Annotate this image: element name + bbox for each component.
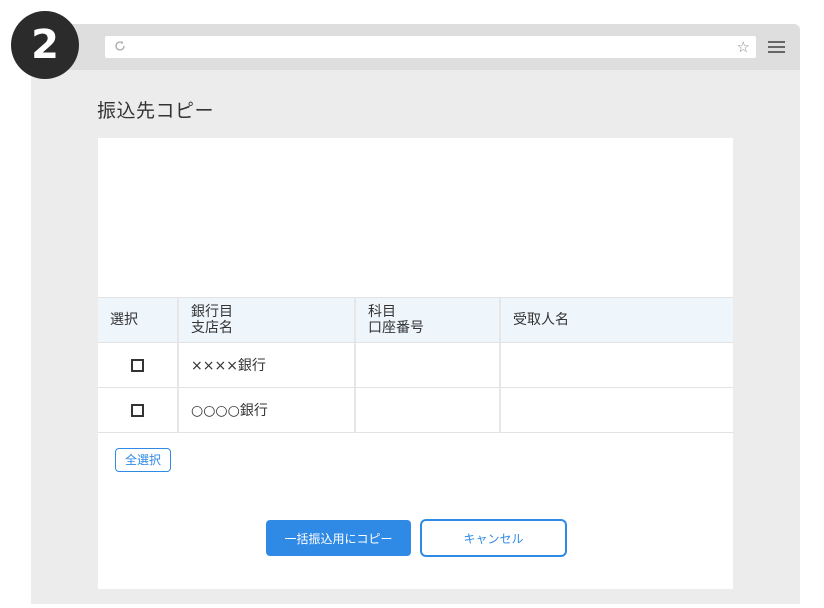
header-recipient: 受取人名: [500, 297, 733, 343]
step-number-badge: 2: [11, 11, 79, 79]
browser-toolbar: ☆: [31, 24, 800, 70]
header-account: 科目 口座番号: [355, 297, 501, 343]
row-checkbox[interactable]: [131, 403, 144, 417]
account-cell: [355, 342, 501, 388]
header-bank-branch: 銀行目 支店名: [178, 297, 356, 343]
star-icon[interactable]: ☆: [737, 37, 750, 57]
table-row: ○○○○銀行: [98, 387, 733, 433]
reload-icon[interactable]: [113, 39, 127, 53]
bank-cell: ○○○○銀行: [178, 387, 356, 433]
header-select: 選択: [98, 297, 179, 343]
copy-to-bulk-transfer-button[interactable]: 一括振込用にコピー: [266, 520, 411, 556]
header-bank-line2: 支店名: [191, 320, 233, 336]
payee-table: 選択 銀行目 支店名 科目 口座番号 受取人名 ××××銀行 ○○○○銀行: [98, 297, 733, 433]
select-all-button[interactable]: 全選択: [115, 448, 172, 472]
recipient-cell: [500, 342, 733, 388]
content-panel: 選択 銀行目 支店名 科目 口座番号 受取人名 ××××銀行 ○○○○銀行 全選…: [98, 138, 733, 589]
table-row: ××××銀行: [98, 342, 733, 388]
recipient-cell: [500, 387, 733, 433]
select-cell: [98, 387, 179, 433]
hamburger-menu-icon[interactable]: [768, 41, 785, 53]
row-checkbox[interactable]: [131, 358, 144, 372]
account-cell: [355, 387, 501, 433]
bank-cell: ××××銀行: [178, 342, 356, 388]
header-account-line2: 口座番号: [368, 320, 424, 336]
table-header-row: 選択 銀行目 支店名 科目 口座番号 受取人名: [98, 297, 733, 343]
browser-window: ☆ 振込先コピー 選択 銀行目 支店名 科目 口座番号 受取人名 ××××銀行 …: [31, 24, 800, 604]
page-title: 振込先コピー: [97, 100, 215, 122]
cancel-button[interactable]: キャンセル: [420, 519, 567, 557]
header-bank-line1: 銀行目: [191, 304, 233, 320]
select-cell: [98, 342, 179, 388]
header-account-line1: 科目: [368, 304, 396, 320]
address-bar[interactable]: ☆: [105, 36, 756, 58]
